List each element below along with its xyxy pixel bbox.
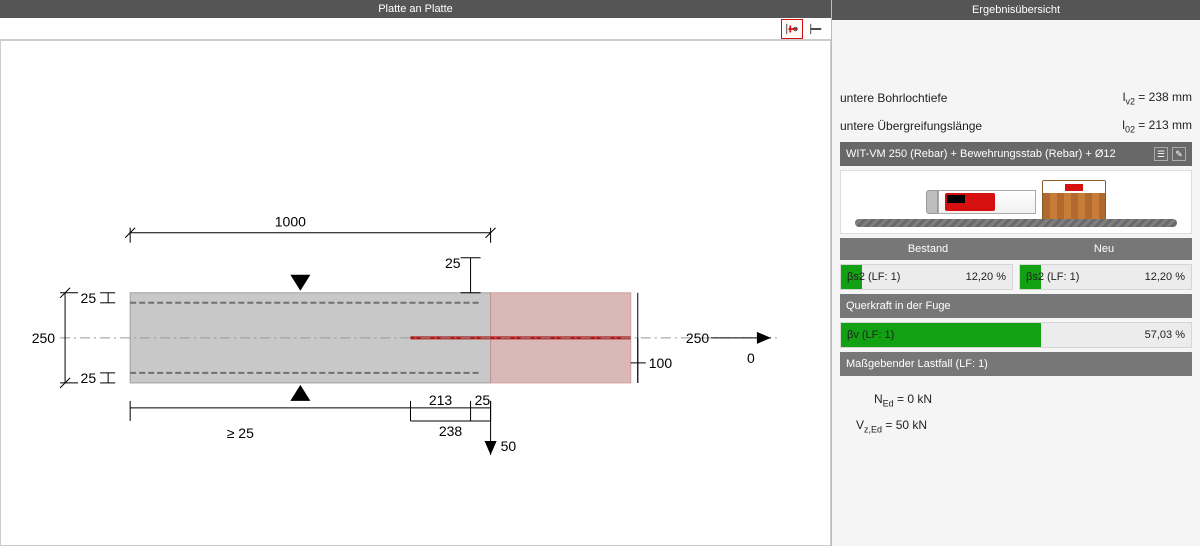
- dim-bot-min: ≥ 25: [227, 425, 254, 441]
- dim-cover-v: 25: [475, 392, 491, 408]
- arrow-top-dark: [290, 275, 310, 291]
- product-cartridge: [926, 190, 1036, 214]
- dim-right-thickness: 100: [649, 355, 673, 371]
- product-box: [1042, 180, 1106, 224]
- drawing-canvas[interactable]: 1000 25 250 25 25: [0, 40, 831, 546]
- product-preview: [840, 170, 1192, 234]
- governing-header: Maßgebender Lastfall (LF: 1): [840, 352, 1192, 376]
- left-title: Platte an Platte: [0, 0, 831, 18]
- view-toggle-section[interactable]: [805, 19, 827, 39]
- shear-force-value: 50: [501, 438, 517, 454]
- shear-header: Querkraft in der Fuge: [840, 294, 1192, 318]
- arrow-bottom-dark: [290, 385, 310, 401]
- dim-left-bot-cover: 25: [81, 370, 97, 386]
- dim-l0: 213: [429, 392, 453, 408]
- config-icon[interactable]: ✎: [1172, 147, 1186, 161]
- util-existing: βs2 (LF: 1) 12,20 %: [840, 264, 1013, 290]
- drawing-toolbar: [0, 18, 831, 40]
- result-borehole-depth: untere Bohrlochtiefe lv2 = 238 mm: [840, 86, 1192, 110]
- result-lap-length: untere Übergreifungslänge l02 = 213 mm: [840, 114, 1192, 138]
- util-new: βs2 (LF: 1) 12,20 %: [1019, 264, 1192, 290]
- dim-lv: 238: [439, 423, 463, 439]
- result-columns: Bestand Neu: [840, 238, 1192, 260]
- dim-top-cover: 25: [445, 255, 461, 271]
- product-rebar: [855, 219, 1177, 227]
- view-toggle-anchor[interactable]: [781, 19, 803, 39]
- util-shear: βv (LF: 1) 57,03 %: [840, 322, 1192, 348]
- dim-width: 1000: [275, 214, 306, 230]
- dim-left-height: 250: [32, 330, 56, 346]
- axial-force-value: 0: [747, 350, 755, 366]
- dim-left-top-cover: 25: [81, 290, 97, 306]
- list-icon[interactable]: ☰: [1154, 147, 1168, 161]
- governing-loads: NEd = 0 kN Vz,Ed = 50 kN: [840, 380, 1192, 449]
- dim-right-height: 250: [686, 330, 710, 346]
- product-bar: WIT-VM 250 (Rebar) + Bewehrungsstab (Reb…: [840, 142, 1192, 166]
- results-title: Ergebnisübersicht: [832, 0, 1200, 20]
